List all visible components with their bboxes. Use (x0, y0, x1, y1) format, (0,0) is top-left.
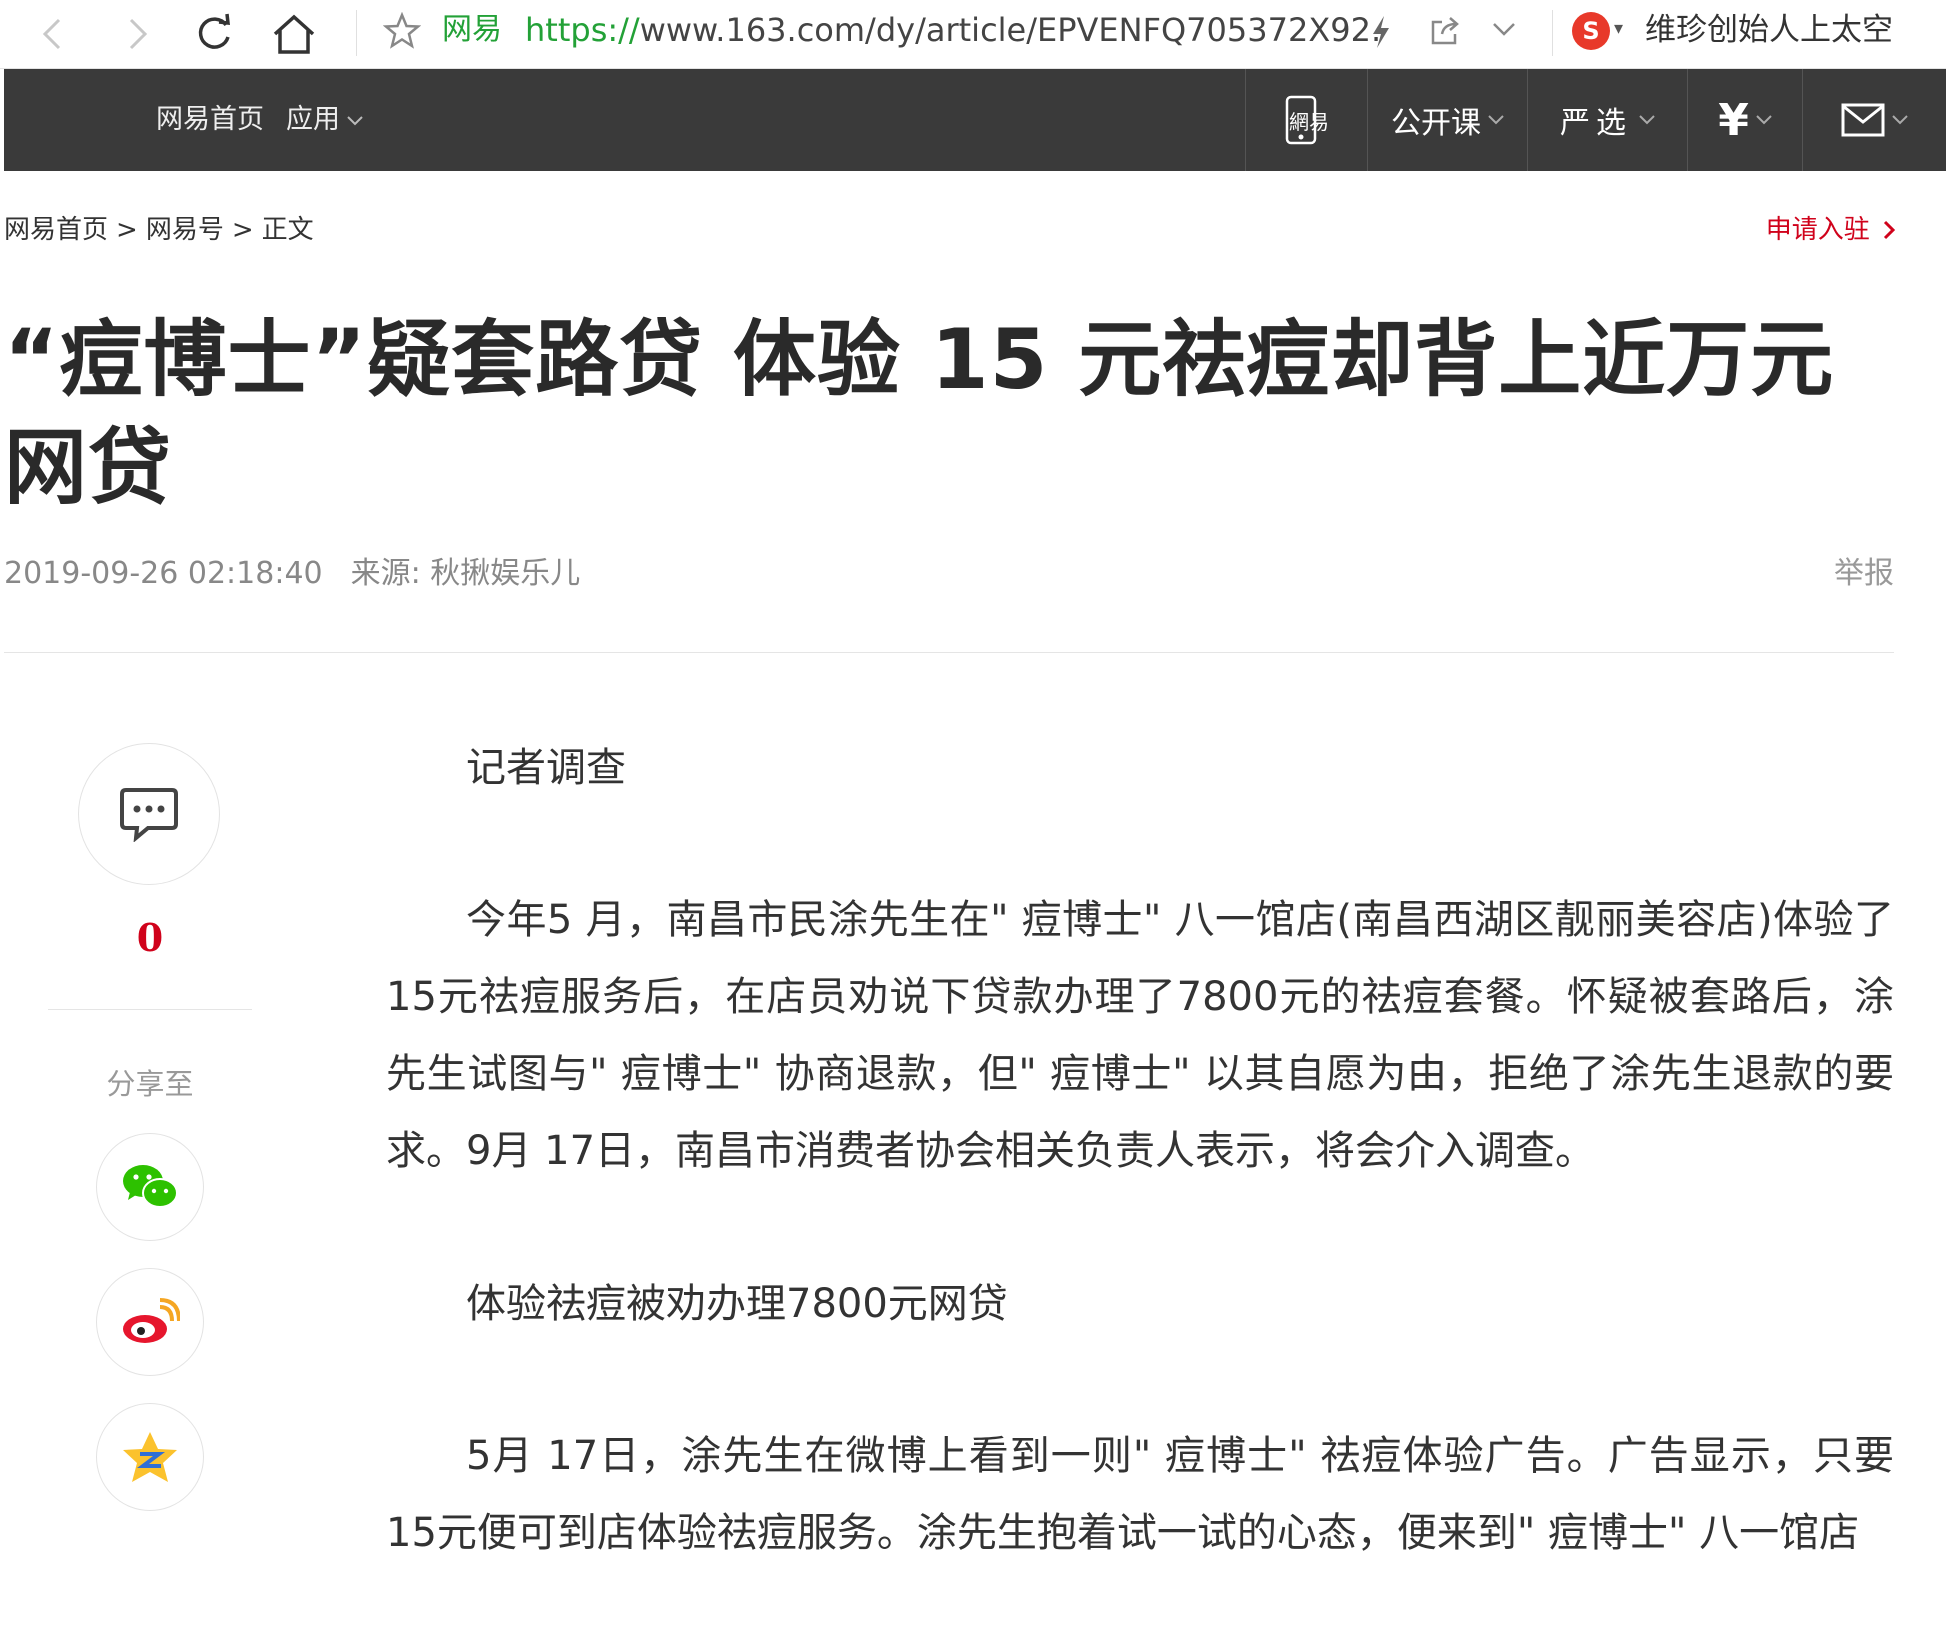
nav-open-course[interactable]: 公开课 (1367, 69, 1528, 171)
site-identity-label[interactable]: 网易 (442, 12, 502, 48)
nav-apps-link[interactable]: 应用 (286, 102, 364, 138)
url-protocol: https:// (525, 11, 640, 49)
back-button[interactable] (28, 8, 80, 60)
search-engine-caret-icon[interactable]: ▾ (1614, 18, 1623, 39)
chevron-down-icon[interactable] (1490, 20, 1518, 44)
browser-toolbar: 网易 https://www.163.com/dy/article/EPVENF… (0, 0, 1946, 69)
chevron-down-icon (1488, 115, 1504, 125)
share-wechat-button[interactable] (96, 1133, 204, 1241)
wechat-icon (123, 1165, 178, 1208)
toolbar-separator (1552, 10, 1553, 56)
bookmark-star-icon[interactable] (382, 11, 422, 54)
nav-yanxuan[interactable]: 严选 (1527, 69, 1688, 171)
section-heading: 体验祛痘被劝办理7800元网贷 (466, 1281, 1008, 1327)
address-bar[interactable]: https://www.163.com/dy/article/EPVENFQ70… (525, 11, 1381, 49)
site-top-nav: 网易首页 应用 網易 公开课 严选 ¥ (4, 69, 1946, 171)
article-paragraph: 5月 17日，涂先生在微博上看到一则" 痘博士" 祛痘体验广告。广告显示，只要1… (386, 1433, 1894, 1556)
nav-mobile-logo: 網易 (1289, 109, 1329, 134)
nav-mobile-app[interactable]: 網易 (1245, 69, 1368, 171)
share-label: 分享至 (106, 1067, 194, 1101)
weibo-icon (123, 1298, 180, 1343)
breadcrumb-separator: > (231, 215, 254, 245)
apply-join-link[interactable]: 申请入驻 (1766, 214, 1896, 246)
comment-bubble-icon (120, 788, 178, 842)
breadcrumb: 网易首页 > 网易号 > 正文 (4, 214, 322, 246)
comment-count[interactable]: 0 (0, 915, 300, 960)
nav-apps-label: 应用 (286, 104, 340, 135)
breadcrumb-netease-account[interactable]: 网易号 (146, 215, 224, 245)
nav-finance[interactable]: ¥ (1687, 69, 1803, 171)
article-body: 记者调查 今年5 月，南昌市民涂先生在" 痘博士" 八一馆店(南昌西湖区靓丽美容… (386, 730, 1894, 1648)
rail-divider (48, 1009, 252, 1010)
reload-button[interactable] (188, 8, 240, 60)
nav-home-link[interactable]: 网易首页 (156, 102, 264, 138)
back-arrow-icon (42, 18, 61, 50)
breadcrumb-separator: > (116, 215, 138, 245)
article-paragraph: 今年5 月，南昌市民涂先生在" 痘博士" 八一馆店(南昌西湖区靓丽美容店)体验了… (386, 897, 1894, 1174)
chevron-down-icon (1756, 115, 1772, 125)
article-meta: 2019-09-26 02:18:40 来源: 秋揪娱乐儿 (4, 555, 580, 593)
chevron-down-icon (1892, 115, 1908, 125)
qzone-icon (123, 1432, 177, 1482)
section-heading: 记者调查 (466, 745, 626, 791)
nav-open-course-label: 公开课 (1391, 106, 1481, 141)
reload-icon (198, 13, 230, 49)
breadcrumb-home[interactable]: 网易首页 (4, 215, 108, 245)
share-qzone-button[interactable] (96, 1403, 204, 1511)
forward-button[interactable] (110, 8, 162, 60)
forward-arrow-icon (129, 18, 148, 50)
home-icon (273, 14, 315, 54)
chevron-right-icon (1883, 220, 1896, 240)
share-weibo-button[interactable] (96, 1268, 204, 1376)
header-divider (4, 652, 1894, 653)
nav-yanxuan-label: 严选 (1560, 106, 1632, 141)
apply-join-label: 申请入驻 (1765, 215, 1870, 245)
toolbar-separator (356, 10, 357, 56)
nav-mail[interactable] (1802, 69, 1946, 171)
yuan-icon: ¥ (1718, 94, 1749, 146)
breadcrumb-current: 正文 (261, 215, 314, 245)
comment-button[interactable] (78, 743, 220, 885)
search-suggestion[interactable]: 维珍创始人上太空 (1645, 11, 1893, 49)
home-button[interactable] (268, 8, 320, 60)
chevron-down-icon (347, 115, 363, 125)
publish-time: 2019-09-26 02:18:40 (4, 556, 323, 591)
mail-icon (1841, 103, 1885, 137)
report-link[interactable]: 举报 (1834, 555, 1894, 593)
share-page-icon[interactable] (1428, 14, 1462, 52)
lightning-icon[interactable] (1368, 14, 1394, 54)
url-path: www.163.com/dy/article/EPVENFQ705372X92. (639, 11, 1382, 49)
search-engine-logo-icon[interactable]: S (1572, 12, 1610, 50)
article-title: “痘博士”疑套路贷 体验 15 元祛痘却背上近万元网贷 (4, 311, 1835, 516)
article-source[interactable]: 来源: 秋揪娱乐儿 (351, 556, 581, 591)
chevron-down-icon (1639, 115, 1655, 125)
